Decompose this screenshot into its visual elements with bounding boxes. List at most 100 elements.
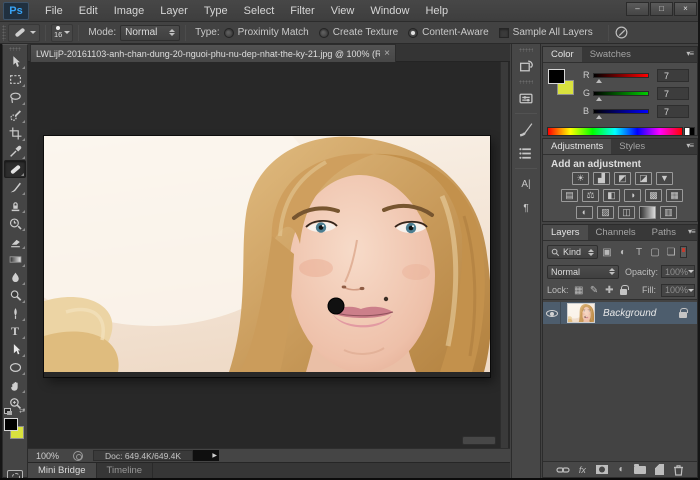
brush-presets-panel-icon[interactable] (515, 143, 537, 163)
levels-icon[interactable]: ▟ (593, 172, 610, 185)
menu-item-edit[interactable]: Edit (71, 2, 106, 20)
menu-item-window[interactable]: Window (362, 2, 417, 20)
panel-menu-icon[interactable]: ▾≡ (682, 47, 697, 62)
tab-timeline[interactable]: Timeline (97, 463, 154, 478)
blue-value[interactable]: 7 (657, 105, 689, 118)
horizontal-scrollbar-thumb[interactable] (462, 436, 496, 445)
layer-thumbnail[interactable] (567, 303, 595, 323)
doc-size-info[interactable]: Doc: 649.4K/649.4K (93, 450, 193, 461)
menu-item-type[interactable]: Type (196, 2, 236, 20)
tab-swatches[interactable]: Swatches (582, 47, 639, 62)
filter-type-layers-icon[interactable]: T (632, 247, 646, 258)
panel-menu-icon[interactable]: ▾≡ (682, 139, 697, 154)
vibrance-icon[interactable]: ▼ (656, 172, 673, 185)
tool-blur[interactable] (4, 268, 26, 286)
filter-smart-objects-icon[interactable]: ❏ (664, 247, 678, 258)
brightness-contrast-icon[interactable]: ☀ (572, 172, 589, 185)
new-adjustment-layer-icon[interactable]: ◐ (618, 465, 624, 475)
brush-size-picker[interactable]: 16 (51, 24, 73, 42)
red-value[interactable]: 7 (657, 69, 689, 82)
hue-saturation-icon[interactable]: ▤ (561, 189, 578, 202)
tablet-pressure-icon[interactable] (614, 25, 629, 40)
color-lookup-icon[interactable]: ▦ (666, 189, 683, 202)
mode-select[interactable]: Normal (120, 25, 180, 41)
invert-icon[interactable]: ◐ (576, 206, 593, 219)
tool-eyedropper[interactable] (4, 142, 26, 160)
document-tab[interactable]: LWLijP-20161103-anh-chan-dung-20-nguoi-p… (30, 44, 396, 62)
tool-spot-healing-brush[interactable] (4, 160, 26, 178)
vertical-scrollbar[interactable] (500, 62, 508, 448)
tab-channels[interactable]: Channels (588, 225, 644, 240)
red-slider[interactable] (593, 73, 649, 78)
swap-colors-icon[interactable]: ⇄ (19, 407, 25, 415)
menu-item-help[interactable]: Help (417, 2, 456, 20)
tool-gradient[interactable] (4, 250, 26, 268)
lock-position-icon[interactable]: ✚ (604, 285, 614, 296)
tool-ellipse-shape[interactable] (4, 358, 26, 376)
menu-item-select[interactable]: Select (236, 2, 283, 20)
canvas-image[interactable] (44, 136, 490, 377)
filter-shape-layers-icon[interactable]: ▢ (648, 247, 662, 258)
tab-styles[interactable]: Styles (611, 139, 653, 154)
blue-slider[interactable] (593, 109, 649, 114)
delete-layer-icon[interactable] (673, 464, 684, 476)
add-mask-icon[interactable] (595, 464, 609, 475)
lock-transparency-icon[interactable]: ▦ (574, 285, 584, 296)
slider-thumb-icon[interactable] (596, 115, 602, 119)
tool-dodge[interactable] (4, 286, 26, 304)
checkbox-sample-all-layers[interactable]: Sample All Layers (499, 27, 593, 38)
clone-source-panel-icon[interactable] (515, 88, 537, 108)
menu-item-image[interactable]: Image (106, 2, 153, 20)
menu-item-view[interactable]: View (323, 2, 363, 20)
panel-menu-icon[interactable]: ▾≡ (684, 225, 699, 240)
default-colors-icon[interactable] (4, 408, 11, 414)
menu-item-filter[interactable]: Filter (282, 2, 322, 20)
filter-adjustment-layers-icon[interactable]: ◐ (616, 247, 630, 258)
tool-eraser[interactable] (4, 232, 26, 250)
threshold-icon[interactable]: ◫ (618, 206, 635, 219)
photo-filter-icon[interactable]: ◑ (624, 189, 641, 202)
zoom-level[interactable]: 100% (36, 451, 59, 461)
fill-field[interactable]: 100% (661, 284, 695, 297)
tool-move[interactable] (4, 52, 26, 70)
character-panel-icon[interactable]: A| (515, 174, 537, 194)
lock-all-icon[interactable] (620, 289, 628, 295)
channel-mixer-icon[interactable]: ▩ (645, 189, 662, 202)
slider-thumb-icon[interactable] (596, 97, 602, 101)
layer-style-icon[interactable]: fx (579, 465, 586, 475)
radio-content-aware[interactable]: Content-Aware (408, 27, 489, 38)
gradient-map-icon[interactable] (639, 206, 656, 219)
link-layers-icon[interactable] (556, 465, 570, 475)
tool-pen[interactable] (4, 304, 26, 322)
tab-layers[interactable]: Layers (543, 225, 588, 240)
tool-rectangular-marquee[interactable] (4, 70, 26, 88)
close-button[interactable]: × (674, 2, 697, 16)
tool-type[interactable]: T (4, 322, 26, 340)
minimize-button[interactable]: – (626, 2, 649, 16)
radio-proximity-match[interactable]: Proximity Match (224, 27, 309, 38)
green-value[interactable]: 7 (657, 87, 689, 100)
new-layer-icon[interactable] (655, 464, 664, 475)
tool-preset-picker[interactable] (8, 24, 40, 42)
radio-create-texture[interactable]: Create Texture (319, 27, 398, 38)
slider-thumb-icon[interactable] (596, 79, 602, 83)
canvas-area[interactable] (28, 62, 510, 448)
tab-color[interactable]: Color (543, 47, 582, 62)
new-group-icon[interactable] (634, 466, 646, 474)
layer-name[interactable]: Background (603, 308, 679, 319)
filter-kind-select[interactable]: Kind (547, 245, 598, 259)
foreground-color-swatch[interactable] (4, 418, 18, 431)
tool-brush[interactable] (4, 178, 26, 196)
blend-mode-select[interactable]: Normal (547, 265, 619, 279)
tab-adjustments[interactable]: Adjustments (543, 139, 611, 154)
tab-mini-bridge[interactable]: Mini Bridge (28, 463, 97, 478)
black-white-icon[interactable]: ◧ (603, 189, 620, 202)
history-panel-icon[interactable] (515, 56, 537, 76)
foreground-color-swatch[interactable] (548, 69, 565, 84)
adobe-drive-icon[interactable] (73, 451, 83, 461)
menu-item-file[interactable]: File (37, 2, 71, 20)
color-spectrum-ramp[interactable] (547, 127, 683, 136)
layer-filter-toggle[interactable] (680, 246, 687, 258)
tool-clone-stamp[interactable] (4, 196, 26, 214)
exposure-icon[interactable]: ◪ (635, 172, 652, 185)
